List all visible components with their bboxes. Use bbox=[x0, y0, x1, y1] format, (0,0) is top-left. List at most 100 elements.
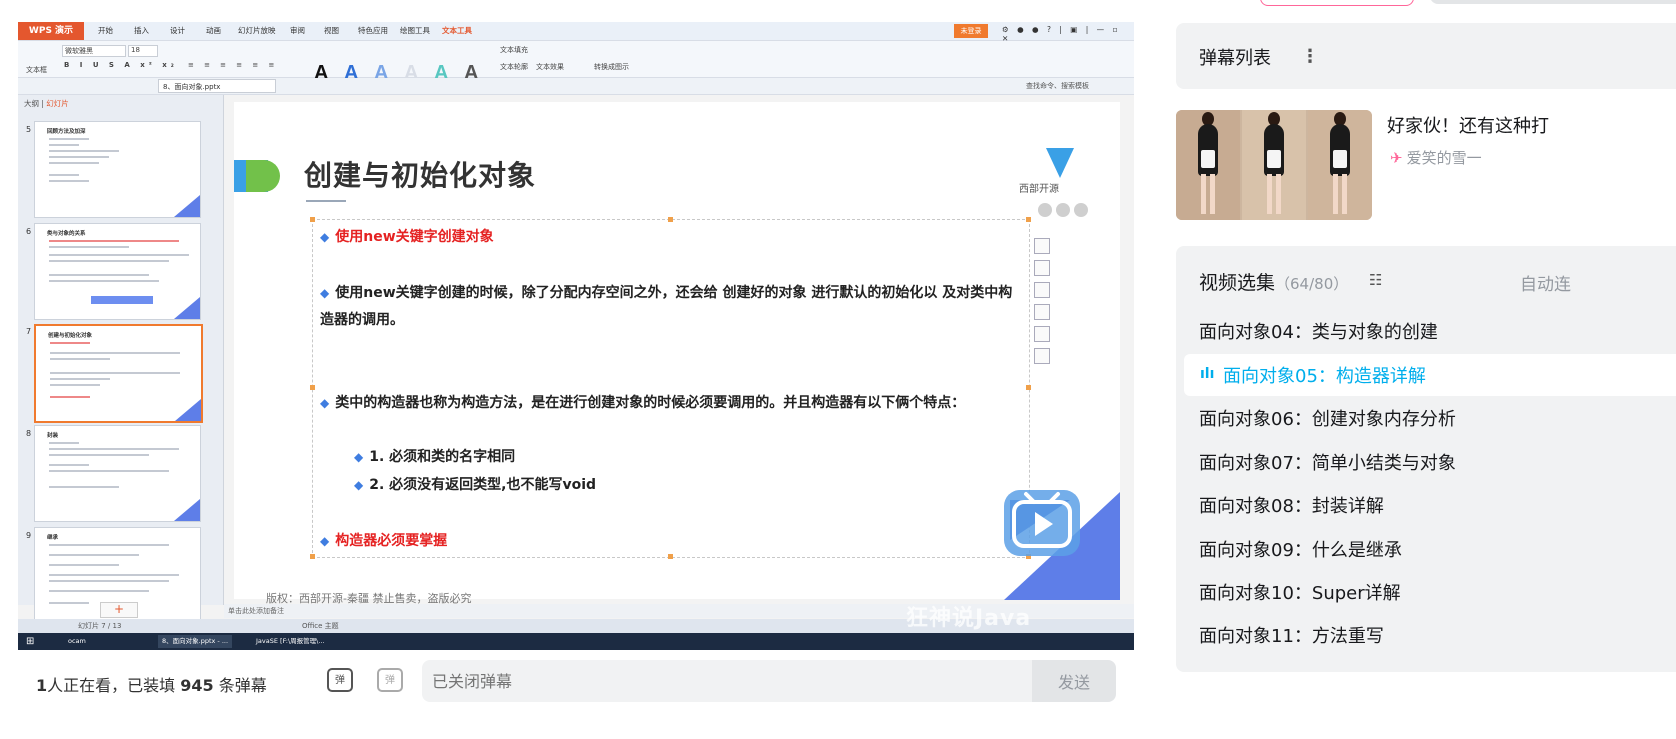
danmaku-suffix: 条弹幕 bbox=[218, 676, 267, 695]
list-view-icon[interactable]: ☷ bbox=[1369, 271, 1382, 289]
taskbar-item: 8、面向对象.pptx - ... bbox=[158, 635, 233, 648]
menu-tab-design: 设计 bbox=[170, 26, 185, 35]
episode-item[interactable]: 面向对象07：简单小结类与对象 bbox=[1199, 449, 1456, 475]
danmaku-input[interactable] bbox=[422, 660, 1032, 702]
diamond-icon: ◆ bbox=[354, 450, 364, 464]
menu-tab-insert: 插入 bbox=[134, 26, 149, 35]
wps-logo: WPS 演示 bbox=[18, 22, 84, 40]
slide-thumbnail-selected: 创建与初始化对象 bbox=[34, 324, 203, 423]
recommended-video-thumbnail[interactable] bbox=[1176, 110, 1372, 220]
bullet-text: 2. 必须没有返回类型,也不能写void bbox=[369, 477, 597, 493]
add-slide-button: + bbox=[100, 602, 138, 618]
send-button[interactable]: 发送 bbox=[1032, 660, 1116, 702]
windows-taskbar: ⊞ ocam 8、面向对象.pptx - ... JavaSE [F:\周报管理… bbox=[18, 633, 1134, 650]
menu-tab-special: 特色应用 bbox=[358, 26, 388, 35]
wps-ribbon: 文本框 微软雅黑 18 B I U S A x² x₂ ≡ ≡ ≡ ≡ ≡ ≡ … bbox=[18, 41, 1134, 84]
text-fill-label: 文本填充 bbox=[500, 46, 528, 54]
theme-name: Office 主题 bbox=[302, 622, 339, 630]
document-tab: 8、面向对象.pptx bbox=[158, 79, 276, 93]
bullet-text: 类中的构造器也称为构造方法，是在进行创建对象的时候必须要调用的。并且构造器有以下… bbox=[335, 395, 966, 411]
more-options-icon[interactable]: ⋮ bbox=[1300, 46, 1320, 68]
tab-slides: 幻灯片 bbox=[46, 99, 69, 108]
thumbnail-title: 回顾方法及加深 bbox=[47, 129, 86, 135]
windows-start-icon: ⊞ bbox=[26, 636, 35, 647]
slide-sub-bullet: ◆ 2. 必须没有返回类型,也不能写void bbox=[354, 472, 954, 499]
title-underline bbox=[306, 200, 346, 202]
playlist-title: 视频选集（64/80） bbox=[1199, 268, 1348, 295]
episode-item[interactable]: 面向对象04：类与对象的创建 bbox=[1199, 318, 1438, 344]
autoplay-toggle[interactable]: 自动连 bbox=[1520, 270, 1571, 295]
top-button[interactable] bbox=[1260, 0, 1414, 6]
text-outline-label: 文本轮廓 bbox=[500, 63, 528, 71]
video-player[interactable]: WPS 演示 开始 插入 设计 动画 幻灯片放映 审阅 视图 特色应用 绘图工具… bbox=[18, 22, 1134, 650]
episode-item[interactable]: 面向对象11：方法重写 bbox=[1199, 622, 1384, 648]
convert-diagram-label: 转换成图示 bbox=[594, 63, 629, 71]
play-button[interactable] bbox=[1004, 490, 1080, 556]
fill-tool-icon bbox=[1034, 260, 1050, 276]
episode-item-active[interactable]: 面向对象05：构造器详解 bbox=[1223, 362, 1426, 388]
recommended-video-title[interactable]: 好家伙！还有这种打 bbox=[1387, 112, 1549, 138]
menu-tab-text-tools: 文本工具 bbox=[442, 26, 472, 35]
playlist-count: （64/80） bbox=[1275, 275, 1349, 293]
xibu-logo-icon bbox=[1046, 148, 1074, 178]
thumbnail-number: 5 bbox=[26, 125, 32, 134]
textbox-label: 文本框 bbox=[26, 66, 47, 74]
slides-panel: 大纲 | 幻灯片 5 回顾方法及加深 6 类与对象的关系 7 创建与初始化对象 … bbox=[18, 95, 224, 624]
danmaku-toggle-icon[interactable]: 弹 bbox=[327, 668, 353, 692]
thumbnail-title: 继承 bbox=[47, 535, 59, 541]
bullet-text: 1. 必须和类的名字相同 bbox=[369, 449, 516, 465]
thumbnail-title: 封装 bbox=[47, 433, 59, 439]
slide-bullet: ◆ 使用new关键字创建的时候，除了分配内存空间之外，还会给 创建好的对象 进行默… bbox=[320, 280, 1020, 334]
thumbnail-number: 7 bbox=[26, 327, 32, 336]
slide-bullet: ◆ 使用new关键字创建对象 bbox=[320, 224, 1020, 251]
episode-item[interactable]: 面向对象09：什么是继承 bbox=[1199, 536, 1402, 562]
rocket-icon: ✈ bbox=[1390, 149, 1403, 167]
menu-tab-drawing-tools: 绘图工具 bbox=[400, 26, 430, 35]
top-button[interactable] bbox=[1430, 0, 1676, 4]
text-selection-box bbox=[312, 219, 1030, 558]
thumbnail-title: 创建与初始化对象 bbox=[48, 333, 93, 339]
menu-tab-slideshow: 幻灯片放映 bbox=[238, 26, 276, 35]
thumbnail-title: 类与对象的关系 bbox=[47, 231, 86, 237]
layer-tool-icon bbox=[1034, 304, 1050, 320]
slide-sub-bullet: ◆ 1. 必须和类的名字相同 bbox=[354, 444, 954, 471]
recommended-video-author[interactable]: ✈ 爱笑的雪一 bbox=[1390, 147, 1482, 168]
tab-outline: 大纲 bbox=[24, 99, 39, 108]
playlist-title-text: 视频选集 bbox=[1199, 272, 1276, 294]
bullet-text: 使用new关键字创建的时候，除了分配内存空间之外，还会给 创建好的对象 进行默认… bbox=[320, 285, 1013, 328]
danmaku-list-title[interactable]: 弹幕列表 bbox=[1199, 44, 1271, 70]
slide-bullet: ◆ 构造器必须要掌握 bbox=[320, 528, 1020, 555]
slide-thumbnail: 封装 bbox=[34, 425, 201, 522]
thumbnail-number: 8 bbox=[26, 429, 32, 438]
menu-tab-view: 视图 bbox=[324, 26, 339, 35]
slide-accent-bar bbox=[246, 160, 280, 192]
login-button: 未登录 bbox=[954, 24, 988, 38]
taskbar-item: JavaSE [F:\周报管理\... bbox=[256, 637, 325, 645]
wps-title-bar: WPS 演示 开始 插入 设计 动画 幻灯片放映 审阅 视图 特色应用 绘图工具… bbox=[18, 22, 1134, 43]
paragraph-icons: ≡ ≡ ≡ ≡ ≡ ≡ bbox=[188, 61, 279, 69]
thumbnail-number: 9 bbox=[26, 531, 32, 540]
author-name: 爱笑的雪一 bbox=[1406, 149, 1482, 167]
danmaku-settings-icon[interactable]: 弹 bbox=[377, 668, 403, 692]
slide-thumbnail: 类与对象的关系 bbox=[34, 223, 201, 320]
diamond-icon: ◆ bbox=[320, 396, 330, 410]
font-size-select: 18 bbox=[128, 45, 158, 57]
episode-item[interactable]: 面向对象06：创建对象内存分析 bbox=[1199, 405, 1456, 431]
outline-tool-icon bbox=[1034, 282, 1050, 298]
edit-tool-icon bbox=[1034, 238, 1050, 254]
episode-item[interactable]: 面向对象08：封装详解 bbox=[1199, 492, 1384, 518]
slide-bullet: ◆ 类中的构造器也称为构造方法，是在进行创建对象的时候必须要调用的。并且构造器有以… bbox=[320, 390, 1020, 417]
text-tool-icon bbox=[1034, 326, 1050, 342]
slide-thumbnail: 回顾方法及加深 bbox=[34, 121, 201, 218]
diamond-icon: ◆ bbox=[354, 478, 364, 492]
diamond-icon: ◆ bbox=[320, 286, 330, 300]
danmaku-count: 945 bbox=[180, 676, 214, 695]
search-command: 查找命令、搜索模板 bbox=[1026, 82, 1089, 90]
episode-item[interactable]: 面向对象10：Super详解 bbox=[1199, 579, 1401, 605]
slide-counter: 幻灯片 7 / 13 bbox=[78, 622, 122, 630]
slide-logo-text: 西部开源 bbox=[1019, 184, 1059, 195]
thumbnail-number: 6 bbox=[26, 227, 32, 236]
bullet-text: 构造器必须要掌握 bbox=[335, 533, 448, 549]
menu-tab-home: 开始 bbox=[98, 26, 113, 35]
slide-title: 创建与初始化对象 bbox=[304, 159, 537, 192]
